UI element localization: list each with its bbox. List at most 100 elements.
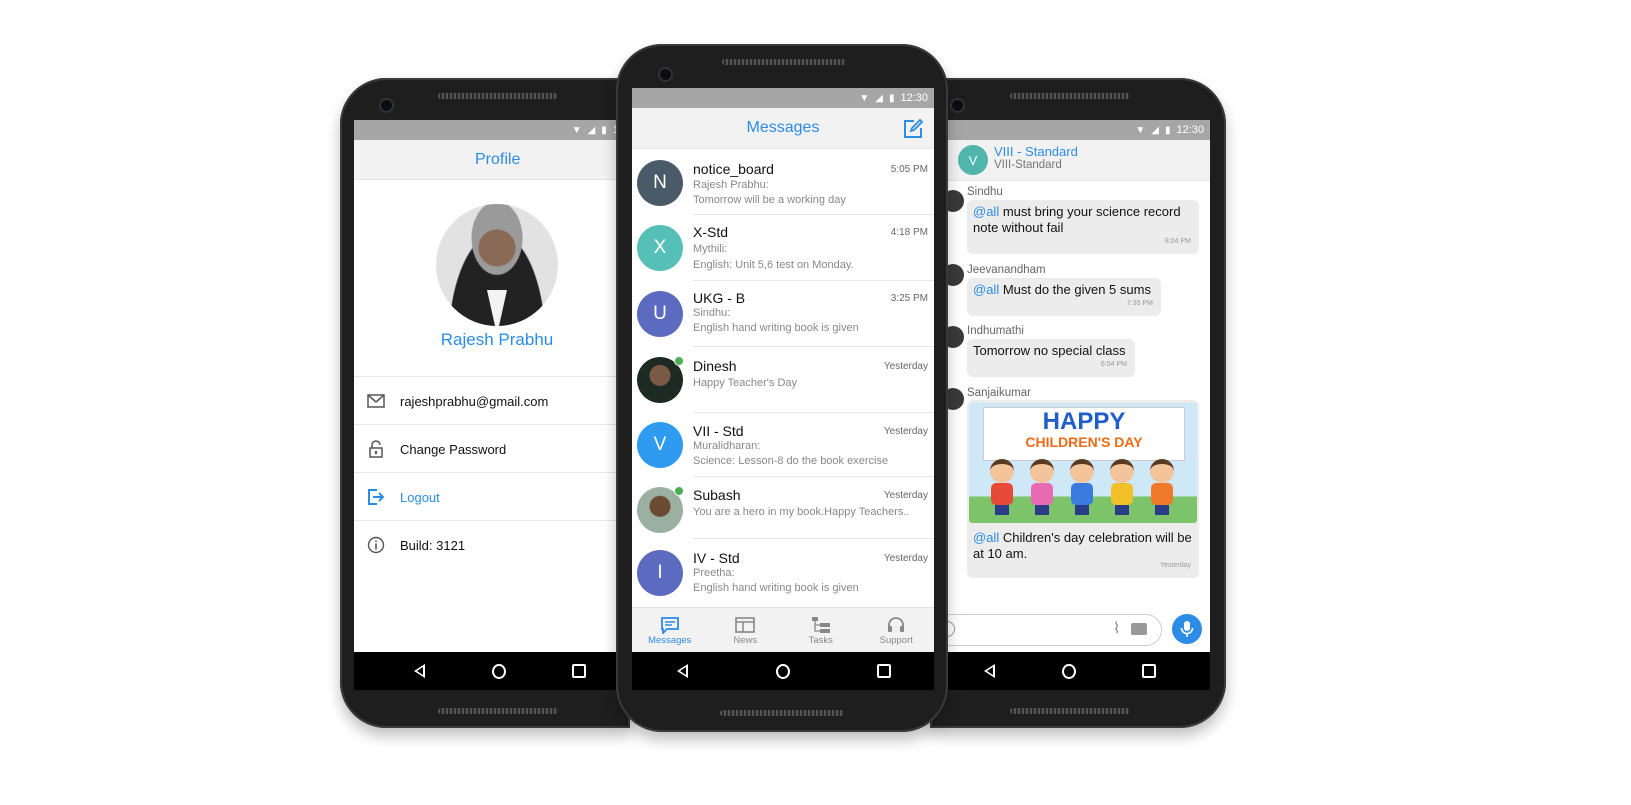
recent-apps-button[interactable] bbox=[1142, 664, 1156, 678]
build-row: Build: 3121 bbox=[354, 520, 630, 569]
conversation-preview: English: Unit 5,6 test on Monday. bbox=[693, 259, 854, 271]
message-text: Tomorrow no special class bbox=[973, 343, 1126, 358]
conversation-preview: English hand writing book is given bbox=[693, 582, 859, 594]
speaker bbox=[438, 93, 558, 99]
mention-tag[interactable]: @all bbox=[973, 282, 999, 297]
tab-news[interactable]: News bbox=[715, 608, 775, 652]
status-bar: ▼ ◢ ▮ 12:30 bbox=[930, 120, 1210, 140]
list-item[interactable]: V VII - Std Yesterday Muralidharan: Scie… bbox=[632, 413, 934, 479]
profile-avatar[interactable] bbox=[436, 204, 558, 326]
conversation-title: IV - Std bbox=[693, 550, 740, 566]
online-indicator bbox=[674, 356, 684, 366]
compose-button[interactable] bbox=[902, 118, 924, 145]
group-avatar: V bbox=[958, 145, 988, 175]
message-input[interactable]: ⌇ bbox=[930, 614, 1162, 646]
message-time: 8:04 PM bbox=[1164, 238, 1191, 245]
change-password-row[interactable]: Change Password bbox=[354, 424, 630, 473]
tab-label: Messages bbox=[648, 634, 692, 646]
status-bar: ▼ ◢ ▮ 1: bbox=[354, 120, 630, 140]
android-nav-bar bbox=[354, 652, 630, 690]
signal-icon: ◢ bbox=[1151, 124, 1159, 136]
mention-tag[interactable]: @all bbox=[973, 204, 999, 219]
wifi-icon: ▼ bbox=[859, 92, 870, 104]
microphone-button[interactable] bbox=[1172, 614, 1202, 644]
kid-illustration bbox=[1107, 459, 1137, 515]
speaker bbox=[1010, 93, 1130, 99]
conversation-preview: Science: Lesson-8 do the book exercise bbox=[693, 455, 889, 467]
news-icon bbox=[735, 615, 756, 635]
chat-icon bbox=[660, 615, 680, 635]
conversation-time: Yesterday bbox=[883, 553, 928, 564]
conversation-avatar: I bbox=[637, 550, 683, 596]
recent-apps-button[interactable] bbox=[572, 664, 586, 678]
conversation-avatar: U bbox=[637, 291, 683, 337]
list-item[interactable]: U UKG - B 3:25 PM Sindhu: English hand w… bbox=[632, 281, 934, 347]
email-row: rajeshprabhu@gmail.com bbox=[354, 376, 630, 425]
image-message-bubble[interactable]: HAPPY CHILDREN'S DAY @all Children's day… bbox=[967, 400, 1199, 578]
tab-label: News bbox=[733, 634, 758, 646]
list-item[interactable]: I IV - Std Yesterday Preetha: English ha… bbox=[632, 539, 934, 605]
kid-illustration bbox=[1147, 459, 1177, 515]
change-password-label: Change Password bbox=[400, 441, 507, 457]
conversation-title: UKG - B bbox=[693, 290, 746, 306]
messages-screen: ▼ ◢ ▮ 12:30 Messages N notice_board 5:05… bbox=[632, 88, 934, 690]
camera-icon[interactable] bbox=[1131, 623, 1147, 635]
childrens-day-image[interactable]: HAPPY CHILDREN'S DAY bbox=[969, 403, 1197, 523]
status-bar: ▼ ◢ ▮ 12:30 bbox=[632, 88, 934, 108]
back-button[interactable] bbox=[982, 664, 996, 678]
signal-icon: ◢ bbox=[875, 92, 883, 104]
list-item[interactable]: Dinesh Yesterday Happy Teacher's Day bbox=[632, 347, 934, 413]
message-bubble[interactable]: @all must bring your science record note… bbox=[967, 200, 1199, 254]
conversation-preview: Happy Teacher's Day bbox=[693, 377, 798, 389]
compose-icon bbox=[904, 118, 924, 138]
list-item[interactable]: N notice_board 5:05 PM Rajesh Prabhu: To… bbox=[632, 148, 934, 215]
mention-tag[interactable]: @all bbox=[973, 530, 999, 545]
tab-support[interactable]: Support bbox=[866, 608, 926, 652]
conversation-title: Subash bbox=[693, 487, 741, 503]
speaker bbox=[722, 59, 846, 65]
kid-illustration bbox=[1067, 459, 1097, 515]
conversation-title: X-Std bbox=[693, 224, 729, 240]
logout-row[interactable]: Logout bbox=[354, 472, 630, 521]
battery-icon: ▮ bbox=[888, 92, 895, 104]
attachment-icon[interactable]: ⌇ bbox=[1113, 619, 1120, 637]
conversation-time: Yesterday bbox=[883, 426, 928, 437]
profile-screen: ▼ ◢ ▮ 1: Profile Rajesh Prabhu rajeshpra… bbox=[354, 120, 630, 690]
home-button[interactable] bbox=[492, 663, 506, 679]
list-item[interactable]: Subash Yesterday You are a hero in my bo… bbox=[632, 477, 934, 539]
messages-title: Messages bbox=[632, 108, 934, 149]
conversation-preview: Tomorrow will be a working day bbox=[693, 194, 846, 206]
signal-icon: ◢ bbox=[587, 124, 596, 136]
message-text: Children's day celebration will be at 10… bbox=[973, 530, 1192, 561]
online-indicator bbox=[674, 486, 684, 496]
tasks-icon bbox=[811, 615, 831, 635]
conversation-sender: Sindhu: bbox=[693, 307, 731, 319]
lock-icon bbox=[366, 439, 386, 459]
logout-icon bbox=[366, 487, 386, 507]
profile-name: Rajesh Prabhu bbox=[440, 330, 554, 349]
conversation-sender: Muralidharan: bbox=[693, 440, 761, 452]
home-button[interactable] bbox=[775, 663, 790, 679]
status-time: 12:30 bbox=[1176, 124, 1204, 136]
conversation-sender: Preetha: bbox=[693, 567, 735, 579]
message-bubble[interactable]: Tomorrow no special class 6:04 PM bbox=[967, 339, 1135, 377]
message-bubble[interactable]: @all Must do the given 5 sums 7:35 PM bbox=[967, 278, 1161, 316]
back-button[interactable] bbox=[675, 664, 689, 678]
message-sender: Jeevanandham bbox=[967, 264, 1046, 276]
chat-title: VIII - Standard bbox=[994, 144, 1078, 159]
home-button[interactable] bbox=[1062, 663, 1076, 679]
message-time: 7:35 PM bbox=[1126, 300, 1153, 307]
back-button[interactable] bbox=[412, 664, 426, 678]
list-item[interactable]: X X-Std 4:18 PM Mythili: English: Unit 5… bbox=[632, 215, 934, 281]
message-sender: Indhumathi bbox=[967, 325, 1024, 337]
conversation-preview: English hand writing book is given bbox=[693, 322, 859, 334]
tab-tasks[interactable]: Tasks bbox=[791, 608, 851, 652]
message-sender: Sindhu bbox=[967, 186, 1003, 198]
image-text-childrens-day: CHILDREN'S DAY bbox=[1025, 434, 1143, 450]
conversation-time: 4:18 PM bbox=[890, 227, 928, 238]
tab-messages[interactable]: Messages bbox=[640, 608, 700, 652]
recent-apps-button[interactable] bbox=[876, 664, 891, 678]
chat-header[interactable]: V VIII - Standard VIII-Standard bbox=[930, 140, 1210, 181]
headset-icon bbox=[887, 615, 905, 635]
conversation-avatar: N bbox=[637, 160, 683, 206]
